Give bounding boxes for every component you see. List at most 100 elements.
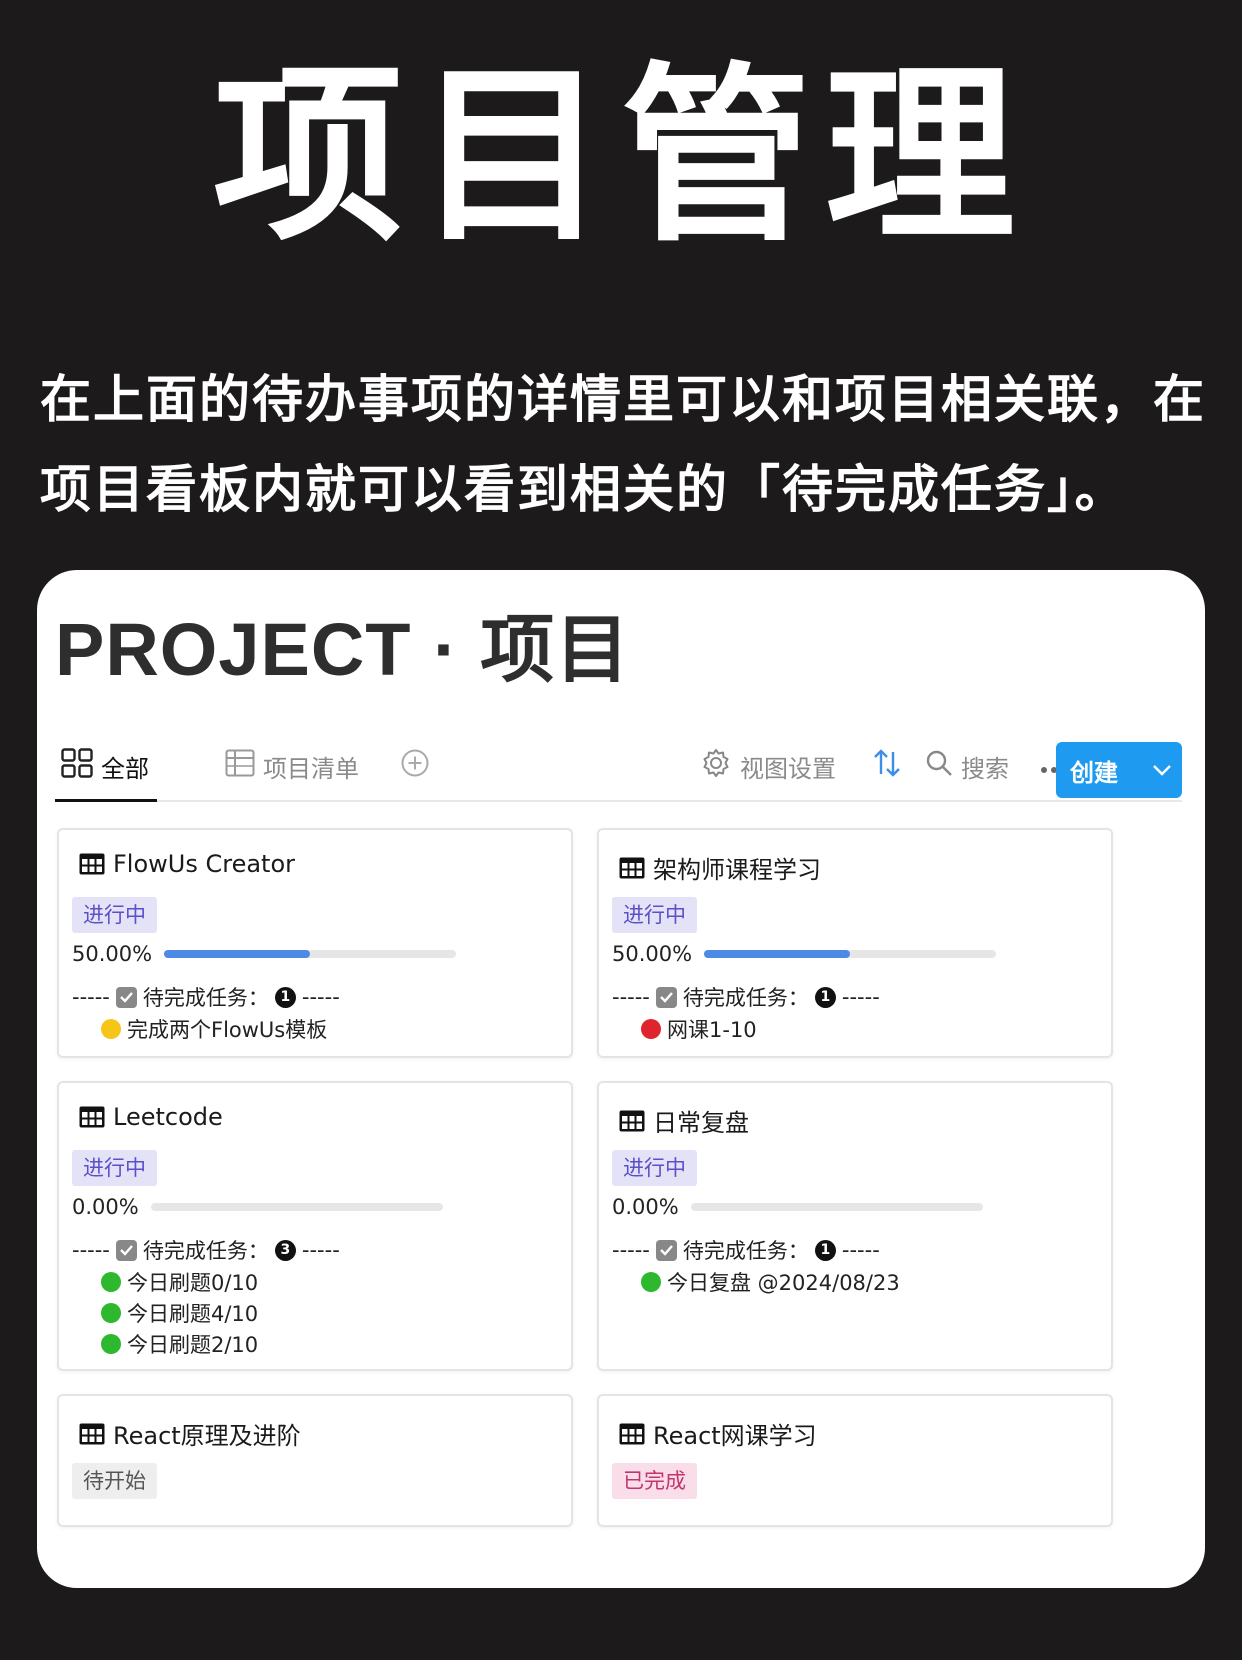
checkbox-icon [115, 986, 137, 1008]
progress-row: 50.00% [612, 942, 997, 966]
progress-percent: 50.00% [72, 942, 153, 966]
todo-item[interactable]: 今日刷题2/10 [101, 1328, 258, 1359]
tab-project-list-label: 项目清单 [263, 754, 359, 783]
database-table-icon [619, 857, 645, 879]
todo-item-text: 完成两个FlowUs模板 [127, 1017, 328, 1042]
todo-item[interactable]: 网课1-10 [641, 1013, 757, 1044]
card-title[interactable]: FlowUs Creator [79, 850, 295, 878]
yellow-circle-icon [101, 1018, 121, 1039]
green-circle-icon [101, 1302, 121, 1323]
view-settings-button[interactable]: 视图设置 [700, 732, 836, 800]
card-title[interactable]: React原理及进阶 [79, 1416, 301, 1451]
checkbox-icon [655, 1239, 677, 1261]
project-board-panel: PROJECT · 项目 全部 项目清单 视图设置 搜索 创建 FlowUs C… [37, 570, 1205, 1588]
view-settings-label: 视图设置 [740, 754, 836, 783]
progress-bar [704, 950, 997, 958]
view-toolbar: 全部 项目清单 视图设置 搜索 创建 [55, 732, 1182, 802]
red-circle-icon [641, 1018, 661, 1039]
divider-dashes: ----- [612, 1238, 650, 1262]
todo-list: 网课1-10 [641, 1013, 757, 1044]
tab-all[interactable]: 全部 [61, 732, 149, 800]
status-badge[interactable]: 进行中 [72, 897, 157, 933]
divider-dashes: ----- [72, 985, 110, 1009]
todo-item[interactable]: 完成两个FlowUs模板 [101, 1013, 327, 1044]
card-title-text: React原理及进阶 [113, 1422, 301, 1450]
divider-dashes: ----- [841, 985, 880, 1009]
progress-row: 0.00% [72, 1195, 443, 1219]
status-badge[interactable]: 进行中 [612, 897, 697, 933]
project-card[interactable]: React网课学习已完成 [597, 1394, 1113, 1527]
todo-label: 待完成任务： [142, 1239, 269, 1263]
progress-row: 0.00% [612, 1195, 983, 1219]
green-circle-icon [101, 1333, 121, 1354]
add-view-button[interactable] [400, 732, 430, 800]
green-circle-icon [101, 1271, 121, 1292]
todo-label: 待完成任务： [682, 1239, 809, 1263]
todo-item[interactable]: 今日复盘 @2024/08/23 [641, 1266, 900, 1297]
todo-item-text: 今日刷题2/10 [127, 1332, 259, 1357]
todo-item[interactable]: 今日刷题0/10 [101, 1266, 258, 1297]
page-title: PROJECT · 项目 [55, 608, 631, 691]
progress-bar [150, 1203, 443, 1211]
progress-percent: 0.00% [612, 1195, 679, 1219]
status-badge[interactable]: 已完成 [612, 1463, 697, 1499]
todo-header: ----- 待完成任务： 3 ----- [72, 1235, 340, 1265]
status-badge[interactable]: 进行中 [612, 1150, 697, 1186]
tab-all-label: 全部 [101, 754, 149, 783]
todo-item-text: 网课1-10 [667, 1017, 757, 1042]
todo-header: ----- 待完成任务： 1 ----- [72, 982, 340, 1012]
search-label: 搜索 [961, 754, 1009, 783]
project-card[interactable]: Leetcode 进行中 0.00% ----- 待完成任务： 3 ----- 今日刷题0/1… [57, 1081, 573, 1371]
progress-row: 50.00% [72, 942, 457, 966]
search-button[interactable]: 搜索 [925, 732, 1009, 800]
todo-item[interactable]: 今日刷题4/10 [101, 1297, 258, 1328]
project-card[interactable]: React原理及进阶待开始 [57, 1394, 573, 1527]
status-badge[interactable]: 进行中 [72, 1150, 157, 1186]
todo-header: ----- 待完成任务： 1 ----- [612, 1235, 880, 1265]
divider-dashes: ----- [72, 1238, 110, 1262]
project-card[interactable]: 日常复盘 进行中 0.00% ----- 待完成任务： 1 ----- 今日复盘 @2024/… [597, 1081, 1113, 1371]
divider-dashes: ----- [301, 985, 340, 1009]
sort-button[interactable] [873, 732, 901, 800]
todo-count-badge: 1 [814, 986, 836, 1008]
progress-percent: 0.00% [72, 1195, 139, 1219]
todo-count-badge: 1 [274, 986, 296, 1008]
card-title[interactable]: 架构师课程学习 [619, 850, 821, 885]
progress-bar [690, 1203, 983, 1211]
todo-list: 今日刷题0/10 今日刷题4/10 今日刷题2/10 [101, 1266, 258, 1359]
checkbox-icon [115, 1239, 137, 1261]
card-title-text: FlowUs Creator [113, 850, 296, 878]
hero-title: 项目管理 [212, 46, 1029, 267]
search-icon [925, 749, 953, 783]
card-title[interactable]: 日常复盘 [619, 1103, 749, 1138]
todo-label: 待完成任务： [142, 986, 269, 1010]
card-title[interactable]: React网课学习 [619, 1416, 817, 1451]
database-table-icon [619, 1423, 645, 1445]
progress-bar-fill [164, 950, 311, 958]
card-title-text: 日常复盘 [653, 1109, 749, 1137]
divider-dashes: ----- [301, 1238, 340, 1262]
project-card[interactable]: 架构师课程学习 进行中 50.00% ----- 待完成任务： 1 ----- 网课1-10 [597, 828, 1113, 1058]
progress-percent: 50.00% [612, 942, 693, 966]
todo-header: ----- 待完成任务： 1 ----- [612, 982, 880, 1012]
create-button[interactable]: 创建 [1056, 742, 1182, 798]
status-badge[interactable]: 待开始 [72, 1463, 157, 1499]
todo-list: 今日复盘 @2024/08/23 [641, 1266, 900, 1297]
card-title-text: 架构师课程学习 [653, 856, 821, 884]
todo-item-text: 今日复盘 @2024/08/23 [667, 1270, 900, 1295]
project-card[interactable]: FlowUs Creator 进行中 50.00% ----- 待完成任务： 1 -----… [57, 828, 573, 1058]
grid-icon [61, 748, 93, 784]
divider-dashes: ----- [612, 985, 650, 1009]
chevron-down-icon[interactable] [1142, 764, 1182, 776]
tab-project-list[interactable]: 项目清单 [225, 732, 359, 800]
todo-label: 待完成任务： [682, 986, 809, 1010]
database-table-icon [79, 1423, 105, 1445]
card-title[interactable]: Leetcode [79, 1103, 223, 1131]
active-tab-indicator [55, 799, 157, 802]
divider-dashes: ----- [841, 1238, 880, 1262]
todo-list: 完成两个FlowUs模板 [101, 1013, 327, 1044]
card-title-text: Leetcode [113, 1103, 223, 1131]
green-circle-icon [641, 1271, 661, 1292]
progress-bar-fill [704, 950, 851, 958]
gear-icon [700, 747, 732, 785]
